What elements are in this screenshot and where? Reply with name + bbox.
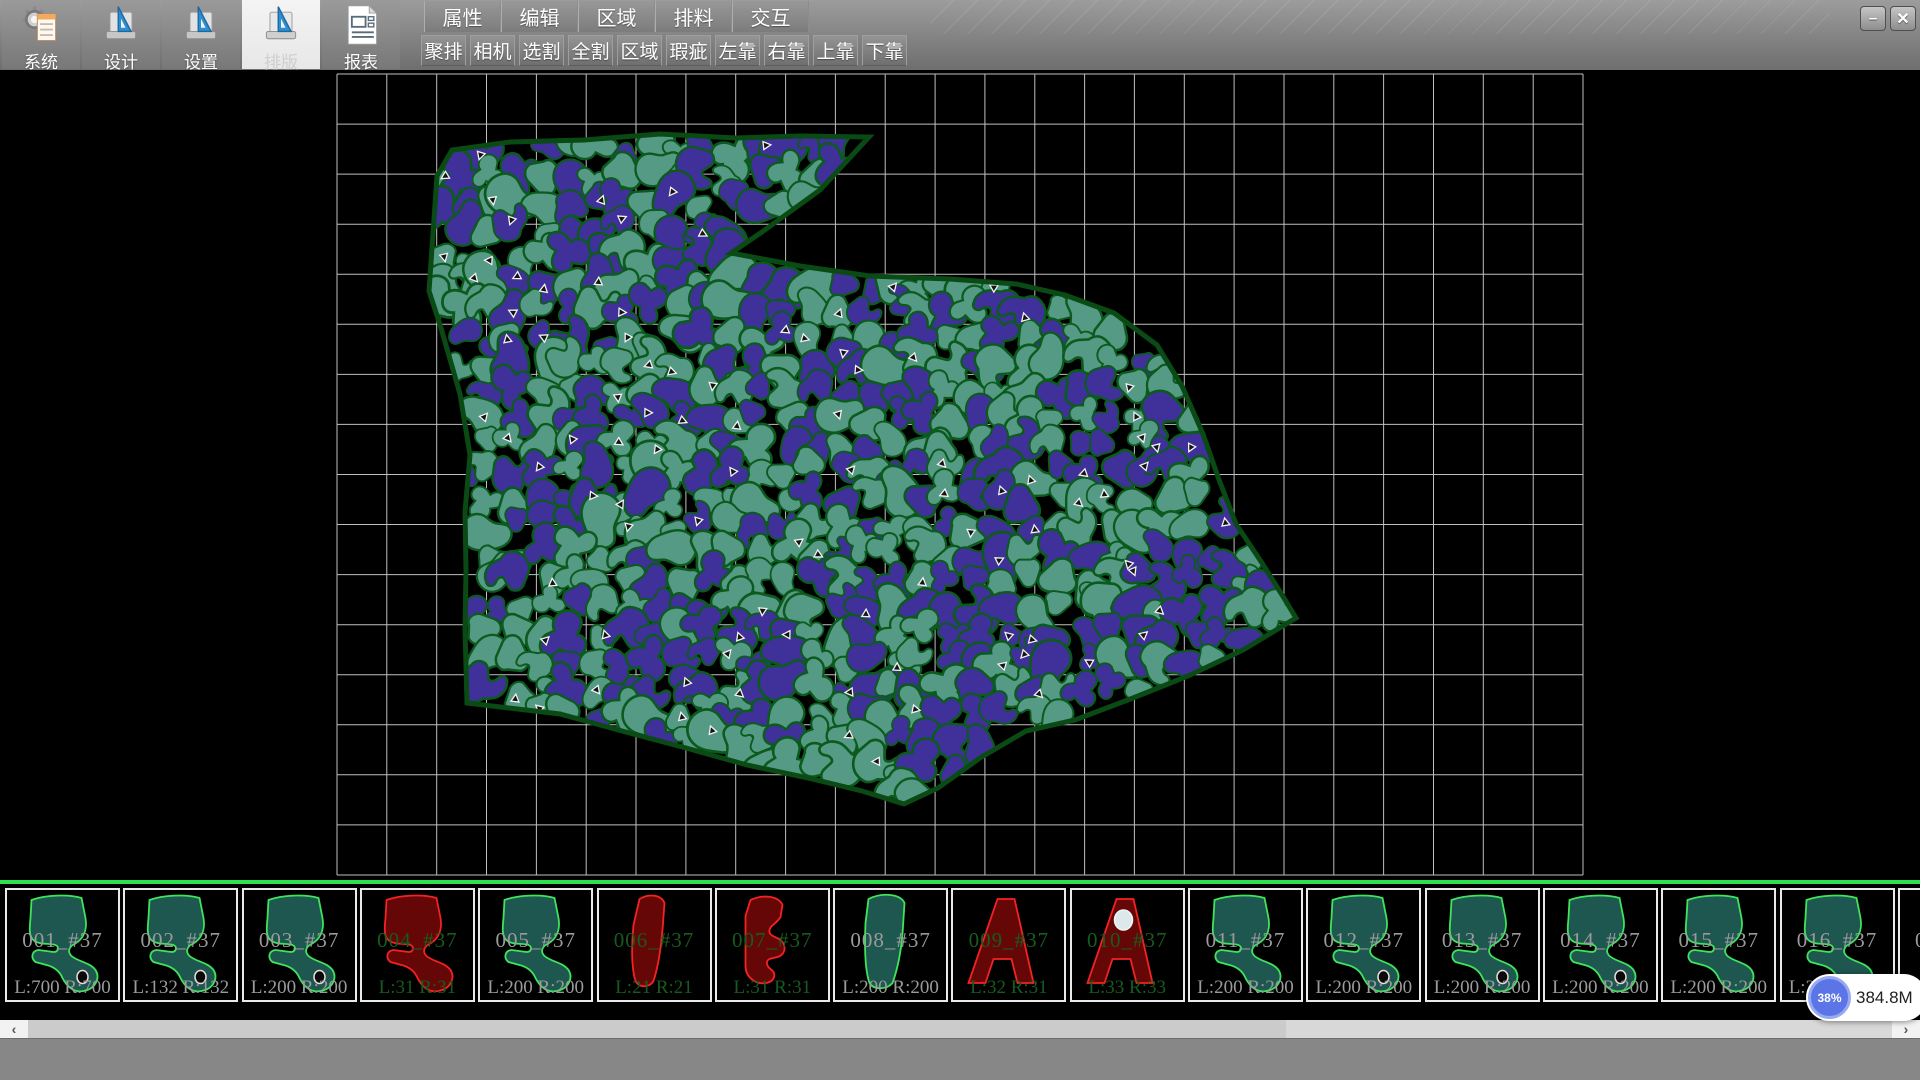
memory-value: 384.8M <box>1856 988 1913 1008</box>
piece-name-label: 011_#37 <box>1190 928 1301 953</box>
nested-pieces-layer <box>407 111 1300 826</box>
thumbnail-item[interactable]: 010_#37 L:33 R:33 <box>1070 888 1185 1002</box>
piece-name-label: 005_#37 <box>480 928 591 953</box>
piece-lr-count-label: L:200 R:200 <box>835 977 946 999</box>
report-button[interactable]: 报表 <box>322 0 400 69</box>
piece-name-label: 004_#37 <box>362 928 473 953</box>
thumbnail-item[interactable]: 015_#37 L:200 R:200 <box>1661 888 1776 1002</box>
piece-lr-count-label: L:200 R:200 <box>244 977 355 999</box>
thumbnail-item[interactable]: 011_#37 L:200 R:200 <box>1188 888 1303 1002</box>
app-window: 系统 设计 <box>0 0 1920 1080</box>
ruler-laptop-icon <box>99 0 143 52</box>
tool-select-cut[interactable]: 选割 <box>519 35 564 66</box>
piece-lr-count-label: L:132 R:132 <box>125 977 236 999</box>
tool-cluster-nest[interactable]: 聚排 <box>421 35 466 66</box>
piece-name-label: 001_#37 <box>7 928 118 953</box>
piece-name-label: 013_#37 <box>1427 928 1538 953</box>
piece-lr-count-label: L:33 R:33 <box>1072 977 1183 999</box>
layout-button-label: 排版 <box>264 53 298 73</box>
settings-button[interactable]: 设置 <box>162 0 240 69</box>
piece-lr-count-label: L:200 R:200 <box>480 977 591 999</box>
design-button-label: 设计 <box>104 53 138 73</box>
report-button-label: 报表 <box>344 53 378 73</box>
main-button-group: 系统 设计 <box>2 0 400 69</box>
tool-cut-all[interactable]: 全割 <box>568 35 613 66</box>
piece-lr-count-label: L:200 R:200 <box>1663 977 1774 999</box>
piece-lr-count-label: L:31 R:31 <box>362 977 473 999</box>
piece-name-label: 016_#37 <box>1782 928 1893 953</box>
thumbnail-item[interactable]: 005_#37 L:200 R:200 <box>478 888 593 1002</box>
piece-name-label: 007_#37 <box>717 928 828 953</box>
tool-region[interactable]: 区域 <box>617 35 662 66</box>
piece-name-label: 014_#37 <box>1545 928 1656 953</box>
memory-indicator[interactable]: 38% 384.8M <box>1806 974 1920 1021</box>
tool-defect[interactable]: 瑕疵 <box>666 35 711 66</box>
thumbnail-item[interactable]: 003_#37 L:200 R:200 <box>242 888 357 1002</box>
ruler-laptop-icon <box>179 0 223 52</box>
piece-lr-count-label: L:31 R:31 <box>717 977 828 999</box>
piece-lr-count-label: L:21 R:21 <box>599 977 710 999</box>
scroll-right-arrow[interactable]: › <box>1892 1020 1920 1038</box>
tool-align-right[interactable]: 右靠 <box>764 35 809 66</box>
piece-name-label: 003_#37 <box>244 928 355 953</box>
minimize-button[interactable]: – <box>1860 6 1886 31</box>
piece-name-label: 012_#37 <box>1308 928 1419 953</box>
layout-button-selected[interactable]: 排版 <box>242 0 320 69</box>
scroll-left-arrow[interactable]: ‹ <box>0 1020 28 1038</box>
tool-align-top[interactable]: 上靠 <box>813 35 858 66</box>
horizontal-scrollbar[interactable]: ‹ › <box>0 1020 1920 1038</box>
thumbnail-item[interactable]: 006_#37 L:21 R:21 <box>597 888 712 1002</box>
menu-interact[interactable]: 交互 <box>732 1 809 32</box>
menu-bar: 属性 编辑 区域 排料 交互 <box>424 1 809 32</box>
settings-button-label: 设置 <box>184 53 218 73</box>
menu-edit[interactable]: 编辑 <box>501 1 578 32</box>
thumbnail-item[interactable]: 012_#37 L:200 R:200 <box>1306 888 1421 1002</box>
piece-name-label: 008_#37 <box>835 928 946 953</box>
memory-percent-badge: 38% <box>1808 976 1851 1019</box>
piece-name-label: 009_#37 <box>953 928 1064 953</box>
piece-lr-count-label: L:200 R:200 <box>1190 977 1301 999</box>
tool-camera[interactable]: 相机 <box>470 35 515 66</box>
piece-thumbnail-strip: 001_#37 L:700 R:700 002_#37 L:132 R:132 003_… <box>0 884 1920 1020</box>
menu-region[interactable]: 区域 <box>578 1 655 32</box>
piece-name-label: 002_#37 <box>125 928 236 953</box>
tool-bar: 聚排 相机 选割 全割 区域 瑕疵 左靠 右靠 上靠 下靠 <box>421 35 907 66</box>
tool-align-bottom[interactable]: 下靠 <box>862 35 907 66</box>
thumbnail-item[interactable]: 002_#37 L:132 R:132 <box>123 888 238 1002</box>
report-document-icon <box>339 0 383 52</box>
thumbnail-item[interactable]: 004_#37 L:31 R:31 <box>360 888 475 1002</box>
piece-name-label: 006_#37 <box>599 928 710 953</box>
tool-align-left[interactable]: 左靠 <box>715 35 760 66</box>
design-button[interactable]: 设计 <box>82 0 160 69</box>
toolbar: 系统 设计 <box>0 0 1920 70</box>
piece-name-label: 017_#37 <box>1900 928 1920 953</box>
piece-name-label: 015_#37 <box>1663 928 1774 953</box>
thumbnail-item[interactable]: 013_#37 L:200 R:200 <box>1425 888 1540 1002</box>
piece-name-label: 010_#37 <box>1072 928 1183 953</box>
system-button-label: 系统 <box>24 53 58 73</box>
thumbnail-item[interactable]: 008_#37 L:200 R:200 <box>833 888 948 1002</box>
thumbnail-item[interactable]: 009_#37 L:32 R:31 <box>951 888 1066 1002</box>
thumbnail-item[interactable]: 007_#37 L:31 R:31 <box>715 888 830 1002</box>
piece-lr-count-label: L:200 R:200 <box>1545 977 1656 999</box>
status-bar <box>0 1038 1920 1080</box>
scrollbar-thumb[interactable] <box>28 1020 1286 1038</box>
piece-lr-count-label: L:32 R:31 <box>953 977 1064 999</box>
menu-nesting[interactable]: 排料 <box>655 1 732 32</box>
system-button[interactable]: 系统 <box>2 0 80 69</box>
thumbnail-item[interactable]: 014_#37 L:200 R:200 <box>1543 888 1658 1002</box>
gear-document-icon <box>19 0 63 52</box>
menu-properties[interactable]: 属性 <box>424 1 501 32</box>
piece-lr-count-label: L:700 R:700 <box>7 977 118 999</box>
piece-lr-count-label: L:200 R:200 <box>1427 977 1538 999</box>
close-button[interactable]: ✕ <box>1890 6 1916 31</box>
ruler-laptop-icon <box>259 0 303 52</box>
piece-lr-count-label: L:200 R:200 <box>1308 977 1419 999</box>
thumbnail-item[interactable]: 001_#37 L:700 R:700 <box>5 888 120 1002</box>
